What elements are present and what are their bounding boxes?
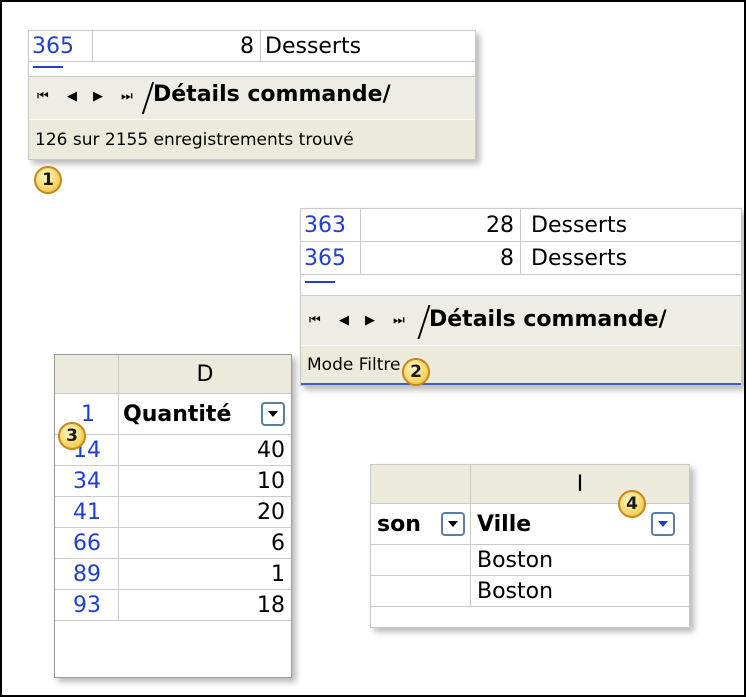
status-bar: Mode Filtre	[301, 346, 741, 385]
row-number[interactable]: 89	[55, 559, 119, 589]
table-row: 66 6	[55, 528, 291, 559]
first-record-icon[interactable]: ⏮	[37, 89, 49, 104]
category-cell[interactable]: Desserts	[521, 242, 741, 274]
row-number[interactable]: 66	[55, 528, 119, 558]
quantity-cell[interactable]: 8	[361, 242, 521, 274]
header-row: 1 Quantité	[55, 394, 291, 435]
table-row: 365 8 Desserts	[29, 31, 475, 62]
filter-active-dropdown-button[interactable]	[651, 512, 675, 536]
cell[interactable]	[371, 576, 471, 606]
city-cell[interactable]: Boston	[471, 576, 689, 606]
row-number[interactable]: 365	[301, 242, 361, 274]
previous-record-icon[interactable]: ◀	[339, 313, 349, 328]
last-record-icon[interactable]: ⏭	[121, 89, 133, 104]
chevron-down-icon	[268, 411, 278, 417]
next-record-icon[interactable]: ▶	[93, 89, 103, 104]
select-all-cell[interactable]	[55, 355, 119, 393]
table-row: 41 20	[55, 497, 291, 528]
row-number[interactable]: 34	[55, 466, 119, 496]
help-illustration: 365 8 Desserts ⏮ ◀ ▶ ⏭ Détails commande/…	[0, 0, 746, 697]
table-row: 363 28 Desserts	[301, 209, 741, 242]
sheet-tab-bar: ⏮ ◀ ▶ ⏭ Détails commande/	[301, 275, 741, 345]
filter-dropdown-button[interactable]	[261, 402, 285, 426]
last-record-icon[interactable]: ⏭	[393, 313, 405, 328]
row-number[interactable]: 363	[301, 209, 361, 241]
quantity-cell[interactable]: 8	[93, 31, 261, 61]
table-row: 93 18	[55, 590, 291, 621]
table-row: 365 8 Desserts	[301, 242, 741, 275]
filter-dropdown-button[interactable]	[441, 512, 465, 536]
column-letter-prev[interactable]	[371, 465, 471, 503]
status-bar: 126 sur 2155 enregistrements trouvé	[29, 120, 475, 159]
quantity-cell[interactable]: 28	[361, 209, 521, 241]
filter-mode-text: Mode Filtre	[307, 354, 401, 375]
row-number[interactable]: 365	[29, 31, 93, 61]
sheet-tab-bar: ⏮ ◀ ▶ ⏭ Détails commande/	[29, 62, 475, 119]
callout-badge-1: 1	[34, 166, 62, 194]
table-row: Boston	[371, 545, 689, 576]
row-number[interactable]: 41	[55, 497, 119, 527]
column-letter[interactable]: D	[119, 355, 291, 393]
panel-record-count: 365 8 Desserts ⏮ ◀ ▶ ⏭ Détails commande/…	[28, 30, 476, 160]
next-record-icon[interactable]: ▶	[365, 313, 375, 328]
callout-badge-4: 4	[618, 490, 646, 518]
tab-details-commande[interactable]: Détails commande/	[153, 82, 391, 107]
quantity-cell[interactable]: 18	[119, 590, 291, 620]
cell[interactable]	[371, 545, 471, 575]
table-row: 34 10	[55, 466, 291, 497]
panel-quantity-column: D 1 Quantité 14 40 34 10 41 20 66 6 89 1…	[54, 354, 292, 678]
table-row: Boston	[371, 576, 689, 607]
quantity-cell[interactable]: 1	[119, 559, 291, 589]
previous-record-icon[interactable]: ◀	[67, 89, 77, 104]
category-cell[interactable]: Desserts	[261, 31, 475, 61]
column-letter[interactable]: I	[471, 465, 689, 503]
quantity-cell[interactable]: 10	[119, 466, 291, 496]
panel-city-column: I son Ville Boston Boston	[370, 464, 690, 628]
table-row: 14 40	[55, 435, 291, 466]
chevron-down-icon	[448, 521, 458, 527]
record-count-text: 126 sur 2155 enregistrements trouvé	[35, 129, 354, 150]
quantity-cell[interactable]: 6	[119, 528, 291, 558]
quantity-cell[interactable]: 40	[119, 435, 291, 465]
first-record-icon[interactable]: ⏮	[309, 313, 321, 328]
panel-filter-mode: 363 28 Desserts 365 8 Desserts ⏮ ◀ ▶ ⏭ D…	[300, 208, 742, 386]
callout-badge-2: 2	[402, 358, 430, 386]
table-row: 89 1	[55, 559, 291, 590]
city-cell[interactable]: Boston	[471, 545, 689, 575]
column-header-row: D	[55, 355, 291, 394]
row-number[interactable]: 93	[55, 590, 119, 620]
tab-details-commande[interactable]: Détails commande/	[429, 307, 667, 332]
callout-badge-3: 3	[58, 422, 86, 450]
filter-active-icon	[658, 521, 668, 527]
category-cell[interactable]: Desserts	[521, 209, 741, 241]
quantity-cell[interactable]: 20	[119, 497, 291, 527]
